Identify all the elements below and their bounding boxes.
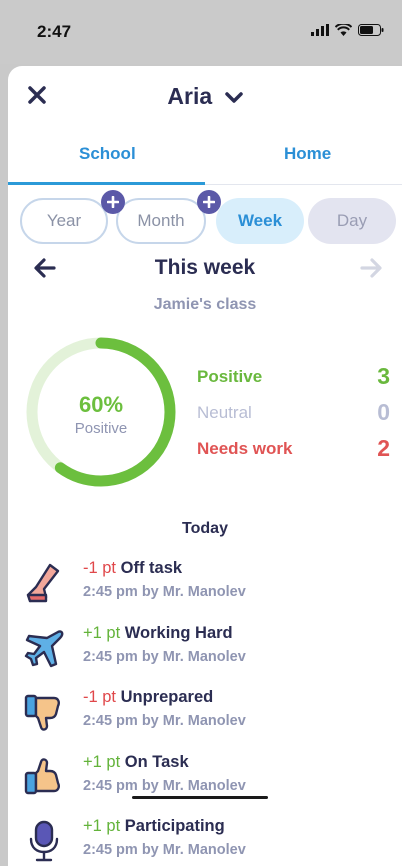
tab-home[interactable]: Home bbox=[284, 144, 331, 164]
feed-points: +1 pt bbox=[83, 623, 121, 642]
feed-meta: 2:45 pm by Mr. Manolev bbox=[83, 777, 246, 794]
feed-points: +1 pt bbox=[83, 817, 121, 835]
feed-title: Working Hard bbox=[124, 623, 233, 642]
thumbs-up-icon bbox=[24, 757, 60, 794]
feed-title: Participating bbox=[124, 817, 225, 835]
legend-count: 0 bbox=[377, 399, 390, 425]
microphone-icon bbox=[29, 820, 59, 862]
tab-school[interactable]: School bbox=[79, 144, 136, 164]
feed-meta: 2:45 pm by Mr. Manolev bbox=[83, 842, 246, 858]
home-indicator bbox=[132, 796, 268, 799]
legend-label: Neutral bbox=[197, 403, 252, 422]
legend-label: Needs work bbox=[197, 439, 293, 458]
legend-count: 3 bbox=[377, 363, 390, 389]
leg-icon bbox=[26, 563, 60, 603]
range-selector: Year Month Week Day bbox=[20, 190, 400, 246]
feed-points: -1 pt bbox=[83, 688, 117, 706]
status-icons bbox=[311, 24, 384, 36]
feed-points: -1 pt bbox=[83, 559, 117, 577]
wifi-icon bbox=[335, 24, 352, 36]
feed-item[interactable]: -1 pt Unprepared 2:45 pm by Mr. Manolev bbox=[8, 687, 402, 752]
feed-meta: 2:45 pm by Mr. Manolev bbox=[83, 713, 246, 729]
plus-icon bbox=[101, 190, 125, 214]
feed-meta: 2:45 pm by Mr. Manolev bbox=[83, 584, 246, 600]
range-month-label: Month bbox=[137, 211, 185, 230]
tab-active-indicator bbox=[8, 182, 205, 185]
tab-bar: School Home bbox=[8, 144, 402, 185]
period-title: This week bbox=[154, 256, 256, 279]
range-year-label: Year bbox=[46, 211, 82, 230]
range-week-label: Week bbox=[237, 211, 283, 230]
student-selector[interactable]: Aria bbox=[8, 83, 402, 110]
class-name: Jamie's class bbox=[153, 296, 257, 313]
chevron-down-icon bbox=[224, 92, 243, 103]
feedback-feed: -1 pt Off task 2:45 pm by Mr. Manolev +1… bbox=[8, 558, 402, 866]
period-navigator: This week bbox=[8, 254, 402, 290]
feed-title: Unprepared bbox=[120, 688, 214, 706]
range-day-label: Day bbox=[336, 211, 368, 230]
legend-neutral: Neutral 0 bbox=[197, 399, 392, 425]
feed-title: Off task bbox=[120, 559, 183, 577]
range-month[interactable]: Month bbox=[116, 198, 206, 244]
positive-percent: 60% bbox=[78, 392, 124, 417]
student-name: Aria bbox=[167, 83, 213, 109]
legend-label: Positive bbox=[197, 367, 263, 386]
positive-caption: Positive bbox=[74, 420, 128, 437]
signal-icon bbox=[311, 24, 329, 36]
donut-center: 60% Positive bbox=[25, 392, 177, 437]
legend-positive: Positive 3 bbox=[197, 363, 392, 389]
feed-points: +1 pt bbox=[83, 752, 121, 771]
plus-icon bbox=[197, 190, 221, 214]
feed-item[interactable]: +1 pt Working Hard 2:45 pm by Mr. Manole… bbox=[8, 623, 402, 688]
feed-item[interactable]: +1 pt On Task 2:45 pm by Mr. Manolev bbox=[8, 752, 402, 817]
status-time: 2:47 bbox=[37, 22, 72, 41]
legend-count: 2 bbox=[377, 435, 390, 461]
feed-meta: 2:45 pm by Mr. Manolev bbox=[83, 648, 246, 665]
battery-icon bbox=[358, 24, 384, 36]
range-day[interactable]: Day bbox=[308, 198, 396, 244]
feed-item[interactable]: +1 pt Participating 2:45 pm by Mr. Manol… bbox=[8, 816, 402, 866]
student-report-sheet: Aria School Home Year Month Week Day Thi… bbox=[8, 66, 402, 866]
arrow-right-icon[interactable] bbox=[360, 258, 382, 278]
range-year[interactable]: Year bbox=[20, 198, 108, 244]
feed-item[interactable]: -1 pt Off task 2:45 pm by Mr. Manolev bbox=[8, 558, 402, 623]
status-bar: 2:47 bbox=[0, 0, 402, 64]
legend-needs-work: Needs work 2 bbox=[197, 435, 392, 461]
thumbs-down-icon bbox=[24, 694, 60, 731]
feed-section-title: Today bbox=[182, 520, 228, 537]
airplane-icon bbox=[24, 629, 64, 667]
range-week[interactable]: Week bbox=[216, 198, 304, 244]
feed-title: On Task bbox=[124, 752, 189, 771]
